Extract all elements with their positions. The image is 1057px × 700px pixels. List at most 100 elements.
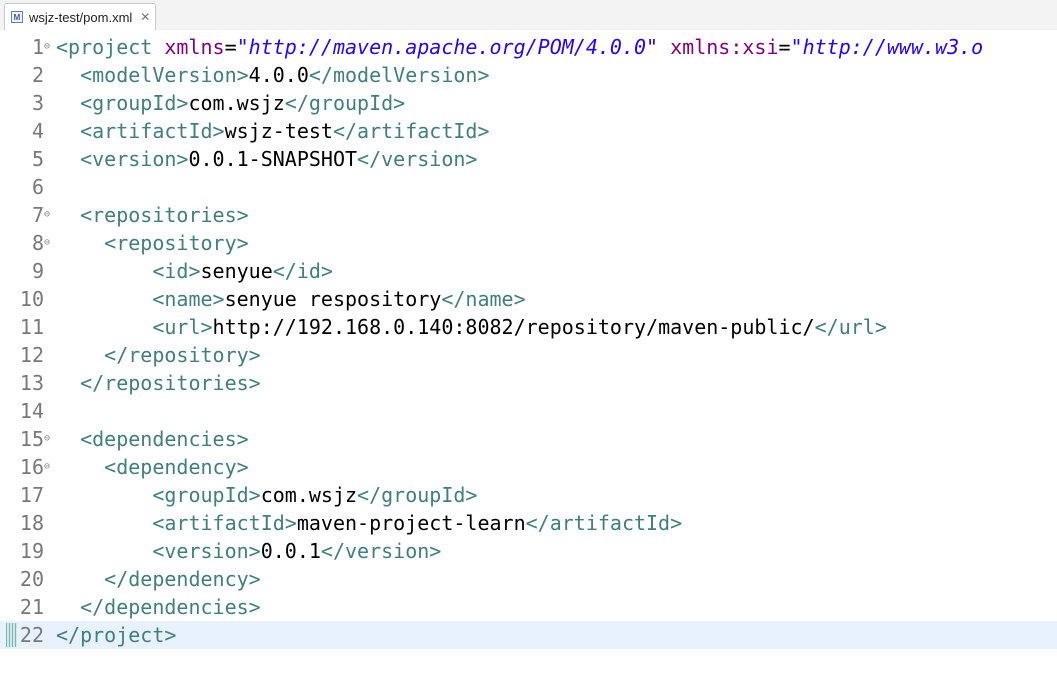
xml-tag: </repository>	[104, 343, 261, 367]
xml-tag: <groupId>	[80, 91, 189, 115]
code-line[interactable]: 7 ⊖ <repositories>	[0, 201, 1057, 229]
tab-label: wsjz-test/pom.xml	[29, 9, 133, 25]
code-line[interactable]: 11 <url>http://192.168.0.140:8082/reposi…	[0, 313, 1057, 341]
code-text: <version>0.0.1-SNAPSHOT</version>	[56, 145, 477, 173]
xml-tag: <url>	[152, 315, 213, 339]
xml-tag: </project>	[56, 623, 177, 647]
fold-toggle-icon[interactable]: ⊖	[44, 425, 54, 453]
fold-toggle-icon[interactable]: ⊖	[44, 33, 54, 61]
fold-toggle-icon[interactable]: ⊖	[44, 229, 54, 257]
code-text: <version>0.0.1</version>	[56, 537, 441, 565]
code-line[interactable]: 1 ⊖ <project xmlns="http://maven.apache.or…	[0, 33, 1057, 61]
code-text: <repositories>	[56, 201, 249, 229]
code-line[interactable]: 4 <artifactId>wsjz-test</artifactId>	[0, 117, 1057, 145]
line-number: 1	[31, 35, 44, 59]
line-number: 8	[31, 231, 44, 255]
code-text: <artifactId>wsjz-test</artifactId>	[56, 117, 489, 145]
line-number: 6	[31, 175, 44, 199]
line-number: 2	[31, 63, 44, 87]
line-number: 20	[19, 567, 44, 591]
code-line[interactable]: 6	[0, 173, 1057, 201]
xml-text	[56, 343, 104, 367]
code-text: </repository>	[56, 341, 261, 369]
xml-text	[56, 147, 80, 171]
xml-tag: </groupId>	[357, 483, 478, 507]
xml-tag: </dependency>	[104, 567, 261, 591]
xml-tag: <version>	[152, 539, 261, 563]
line-number: 3	[31, 91, 44, 115]
line-number: 18	[19, 511, 44, 535]
code-line[interactable]: 12 </repository>	[0, 341, 1057, 369]
tab-pom-xml[interactable]: M wsjz-test/pom.xml ✕	[4, 3, 156, 30]
xml-tag: <repositories>	[80, 203, 249, 227]
xml-tag: </id>	[272, 259, 333, 283]
code-line[interactable]: 5 <version>0.0.1-SNAPSHOT</version>	[0, 145, 1057, 173]
code-text: <repository>	[56, 229, 249, 257]
xml-attribute-value: "http://maven.apache.org/POM/4.0.0"	[236, 35, 659, 59]
xml-text	[56, 91, 80, 115]
xml-tag: <project	[56, 35, 165, 59]
line-number: 12	[19, 343, 44, 367]
line-number: 10	[19, 287, 44, 311]
xml-text	[56, 539, 152, 563]
code-line[interactable]: 8 ⊖ <repository>	[0, 229, 1057, 257]
xml-text: 4.0.0	[248, 63, 309, 87]
code-line[interactable]: 10 <name>senyue respository</name>	[0, 285, 1057, 313]
xml-tag: <artifactId>	[80, 119, 225, 143]
xml-tag: <repository>	[104, 231, 249, 255]
code-line[interactable]: 17 <groupId>com.wsjz</groupId>	[0, 481, 1057, 509]
xml-attribute-value: "http://www.w3.o	[790, 35, 984, 59]
code-text: <dependency>	[56, 453, 249, 481]
xml-text: maven-project-learn	[296, 511, 526, 535]
code-line[interactable]: 21 </dependencies>	[0, 593, 1057, 621]
xml-tag: <version>	[80, 147, 189, 171]
xml-text	[56, 511, 152, 535]
code-line[interactable]: 19 <version>0.0.1</version>	[0, 537, 1057, 565]
line-number: 16	[19, 455, 44, 479]
xml-text: wsjz-test	[224, 119, 333, 143]
maven-pom-file-icon: M	[11, 11, 23, 23]
line-number: 9	[31, 259, 44, 283]
code-text: <dependencies>	[56, 425, 249, 453]
code-text: <name>senyue respository</name>	[56, 285, 525, 313]
xml-text	[56, 567, 104, 591]
xml-text: =	[224, 35, 237, 59]
close-icon[interactable]: ✕	[140, 10, 150, 24]
code-line[interactable]: 22 </project>	[0, 621, 1057, 649]
xml-tag: </groupId>	[284, 91, 406, 115]
xml-text	[56, 427, 80, 451]
xml-text	[56, 119, 80, 143]
xml-tag: </version>	[357, 147, 478, 171]
xml-text: =	[778, 35, 791, 59]
code-line[interactable]: 2 <modelVersion>4.0.0</modelVersion>	[0, 61, 1057, 89]
code-line[interactable]: 16 ⊖ <dependency>	[0, 453, 1057, 481]
xml-source-editor[interactable]: 1 ⊖ <project xmlns="http://maven.apache.or…	[0, 30, 1057, 700]
xml-text: 0.0.1-SNAPSHOT	[188, 147, 358, 171]
line-number: 13	[19, 371, 44, 395]
code-line[interactable]: 15 ⊖ <dependencies>	[0, 425, 1057, 453]
xml-text	[56, 595, 80, 619]
code-text: <project xmlns="http://maven.apache.org/…	[56, 33, 983, 61]
code-line[interactable]: 20 </dependency>	[0, 565, 1057, 593]
code-line[interactable]: 3 <groupId>com.wsjz</groupId>	[0, 89, 1057, 117]
editor-tab-bar: M wsjz-test/pom.xml ✕	[0, 0, 1057, 31]
code-line[interactable]: 9 <id>senyue</id>	[0, 257, 1057, 285]
line-number: 19	[19, 539, 44, 563]
fold-toggle-icon[interactable]: ⊖	[44, 201, 54, 229]
code-line[interactable]: 13 </repositories>	[0, 369, 1057, 397]
xml-tag: <name>	[152, 287, 225, 311]
fold-toggle-icon[interactable]: ⊖	[44, 453, 54, 481]
line-number: 21	[19, 595, 44, 619]
line-number: 15	[19, 427, 44, 451]
xml-text	[56, 259, 152, 283]
code-line[interactable]: 18 <artifactId>maven-project-learn</arti…	[0, 509, 1057, 537]
xml-tag: </dependencies>	[80, 595, 261, 619]
line-number: 4	[31, 119, 44, 143]
xml-tag: </repositories>	[80, 371, 261, 395]
xml-tag: <groupId>	[152, 483, 261, 507]
xml-text	[56, 231, 104, 255]
xml-tag: <modelVersion>	[80, 63, 249, 87]
line-number: 11	[19, 315, 44, 339]
xml-tag: </url>	[814, 315, 887, 339]
code-line[interactable]: 14	[0, 397, 1057, 425]
